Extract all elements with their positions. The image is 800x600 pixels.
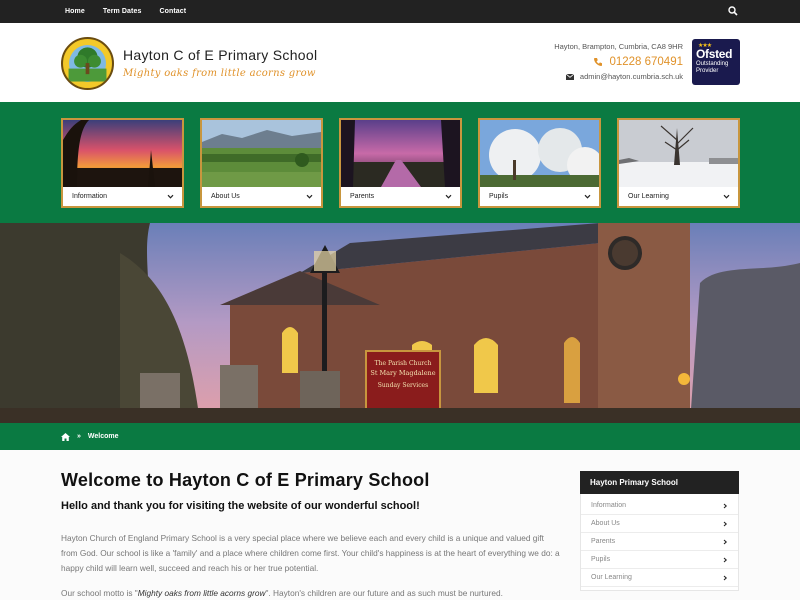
chevron-down-icon [584,194,591,199]
tile-label: Parents [350,193,375,200]
tile-label: Pupils [489,193,509,200]
main-content: Welcome to Hayton C of E Primary School … [0,450,800,600]
school-motto: Mighty oaks from little acorns grow [123,68,316,79]
tile-label: Our Learning [628,193,669,200]
sign-line-2: St Mary Magdalene [370,369,435,377]
ofsted-badge[interactable]: ★★★ Ofsted Outstanding Provider [692,39,740,85]
sidebar-title: Hayton Primary School [580,471,739,494]
tile-label: Information [72,193,108,200]
breadcrumb-current: Welcome [87,433,119,440]
phone-contact[interactable]: 01228 670491 [593,56,683,68]
sidebar-item-label: About Us [591,520,620,527]
tile-image [341,120,460,187]
phone-number: 01228 670491 [609,56,683,68]
intro-paragraph: Hayton Church of England Primary School … [61,533,560,573]
tile-label-row: Our Learning [619,187,738,206]
sidebar-item-about-us[interactable]: About Us [581,515,738,533]
email-address: admin@hayton.cumbria.sch.uk [579,72,683,81]
sidebar-item-label: Our Learning [591,574,632,581]
sidebar-item-pupils[interactable]: Pupils [581,551,738,569]
chevron-down-icon [445,194,452,199]
quick-links-band: Information About Us Parents Pupils Our … [0,102,800,223]
sidebar-item-label: Pupils [591,556,611,563]
top-nav-term-dates[interactable]: Term Dates [103,8,142,15]
tile-about-us[interactable]: About Us [200,118,323,208]
phone-icon [594,58,603,66]
chevron-right-icon [723,575,728,580]
sidebar-item-information[interactable]: Information [581,497,738,515]
tile-parents[interactable]: Parents [339,118,462,208]
page-subtitle: Hello and thank you for visiting the web… [61,500,420,512]
motto-paragraph-suffix: ". Hayton's children are our future and … [265,588,503,598]
ofsted-stars: ★★★ [698,43,712,49]
tile-pupils[interactable]: Pupils [478,118,601,208]
chevron-down-icon [306,194,313,199]
home-icon[interactable] [61,432,70,441]
tile-image [202,120,321,187]
chevron-right-icon [723,539,728,544]
tile-label-row: Information [63,187,182,206]
tile-image [63,120,182,187]
top-nav-contact[interactable]: Contact [159,8,186,15]
chevron-down-icon [167,194,174,199]
tile-label-row: Parents [341,187,460,206]
site-header: Hayton C of E Primary School Mighty oaks… [0,23,800,102]
chevron-right-icon [723,521,728,526]
tile-image [619,120,738,187]
sidebar-item-label: Information [591,502,627,509]
tile-label-row: About Us [202,187,321,206]
sign-line-1: The Parish Church [375,360,432,367]
sidebar: Hayton Primary School Information About … [580,471,739,591]
top-bar: Home Term Dates Contact [0,0,800,23]
sidebar-list: Information About Us Parents Pupils Our … [580,494,739,591]
chevron-right-icon [723,557,728,562]
breadcrumb: » Welcome [0,423,800,450]
sidebar-item-label: Parents [591,538,616,545]
motto-paragraph-motto: Mighty oaks from little acorns grow [137,588,266,598]
motto-paragraph: Our school motto is "Mighty oaks from li… [61,586,561,600]
ofsted-title: Ofsted [696,47,733,61]
envelope-icon [565,73,574,80]
tile-our-learning[interactable]: Our Learning [617,118,740,208]
school-name[interactable]: Hayton C of E Primary School [123,47,317,63]
hero-banner: The Parish Church St Mary Magdalene Sund… [0,223,800,423]
church-image: The Parish Church St Mary Magdalene Sund… [0,223,800,423]
sidebar-item-our-learning[interactable]: Our Learning [581,569,738,587]
search-icon[interactable] [728,6,738,16]
school-logo[interactable] [61,37,114,90]
breadcrumb-separator: » [77,433,81,440]
top-nav-home[interactable]: Home [65,8,85,15]
oak-tree-icon [63,39,112,88]
school-address: Hayton, Brampton, Cumbria, CA8 9HR [554,42,683,51]
tile-label-row: Pupils [480,187,599,206]
ofsted-line2: Provider [696,68,719,74]
top-nav: Home Term Dates Contact [65,0,186,23]
chevron-right-icon [723,503,728,508]
tile-information[interactable]: Information [61,118,184,208]
chevron-down-icon [723,194,730,199]
tile-label: About Us [211,193,240,200]
tile-image [480,120,599,187]
page-title: Welcome to Hayton C of E Primary School [61,470,430,490]
ofsted-line1: Outstanding [696,61,729,67]
motto-paragraph-prefix: Our school motto is " [61,588,138,598]
sign-line-3: Sunday Services [378,382,428,389]
email-contact[interactable]: admin@hayton.cumbria.sch.uk [565,72,683,81]
sidebar-item-parents[interactable]: Parents [581,533,738,551]
